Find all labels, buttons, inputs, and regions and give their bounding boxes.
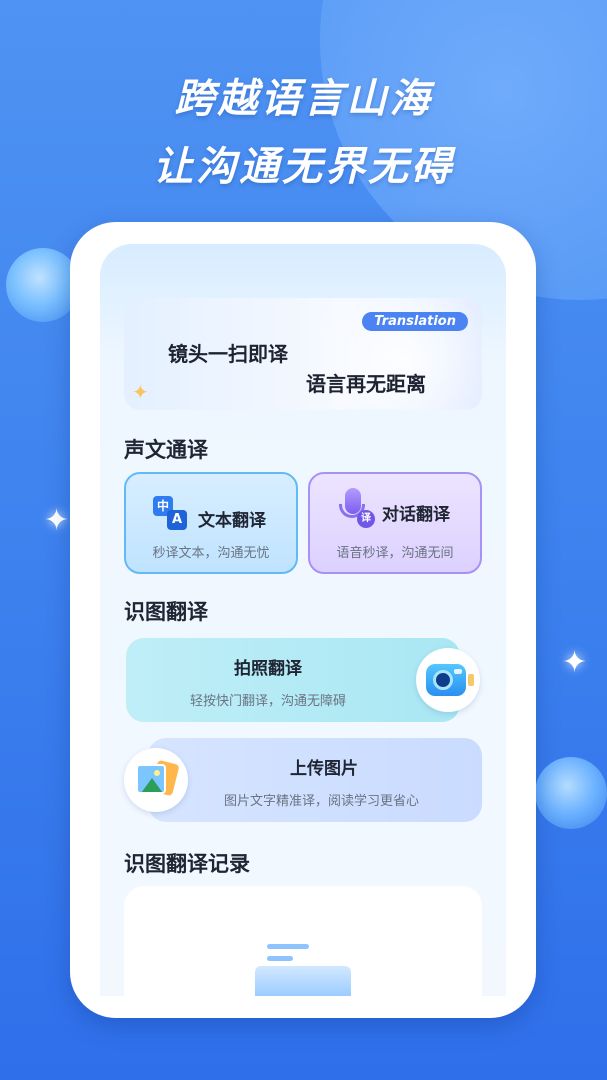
sparkle-icon: ✦ (562, 645, 588, 680)
banner-line1: 镜头一扫即译 (168, 342, 288, 366)
text-translate-subtitle: 秒译文本，沟通无忧 (152, 546, 270, 561)
translate-icon: 中 A (153, 496, 187, 530)
headline-line1: 跨越语言山海 (174, 76, 433, 122)
upload-image-title: 上传图片 (290, 759, 358, 779)
empty-tray-icon (255, 944, 351, 996)
camera-icon[interactable] (416, 648, 480, 712)
translate-icon-glyph-a: A (167, 510, 187, 530)
headline-line2: 让沟通无界无碍 (153, 144, 454, 190)
app-screen: Translation 镜头一扫即译 语言再无距离 ✦ 声文通译 中 A 文本翻… (100, 244, 506, 996)
section-title-history: 识图翻译记录 (124, 852, 250, 876)
text-translate-title: 文本翻译 (198, 511, 266, 531)
microphone-badge: 译 (357, 510, 375, 528)
photo-translate-title: 拍照翻译 (234, 659, 302, 679)
sparkle-icon: ✦ (44, 503, 70, 538)
decor-bubble-right (535, 757, 607, 829)
app-background: ✦ ✦ 跨越语言山海 让沟通无界无碍 Translation 镜头一扫即译 语言… (0, 0, 607, 1080)
upload-image-subtitle: 图片文字精准译，阅读学习更省心 (224, 794, 420, 809)
upload-image-card[interactable]: 上传图片 图片文字精准译，阅读学习更省心 (148, 738, 482, 822)
picture-icon[interactable] (124, 748, 188, 812)
dialog-translate-subtitle: 语音秒译，沟通无间 (336, 546, 454, 561)
photo-translate-card[interactable]: 拍照翻译 轻按快门翻译，沟通无障碍 (126, 638, 460, 722)
star-icon: ✦ (132, 380, 149, 404)
decor-bubble-left (6, 248, 80, 322)
banner-tag: Translation (362, 312, 468, 331)
photo-translate-subtitle: 轻按快门翻译，沟通无障碍 (190, 694, 347, 709)
banner-line2: 语言再无距离 (306, 372, 426, 396)
microphone-icon: 译 (337, 488, 375, 528)
dialog-translate-title: 对话翻译 (382, 505, 450, 525)
section-title-image-translate: 识图翻译 (124, 600, 208, 624)
promo-banner[interactable]: Translation 镜头一扫即译 语言再无距离 ✦ (124, 298, 482, 410)
dialog-translate-card[interactable]: 译 对话翻译 语音秒译，沟通无间 (308, 472, 482, 574)
section-title-voice-text: 声文通译 (124, 438, 208, 462)
text-translate-card[interactable]: 中 A 文本翻译 秒译文本，沟通无忧 (124, 472, 298, 574)
